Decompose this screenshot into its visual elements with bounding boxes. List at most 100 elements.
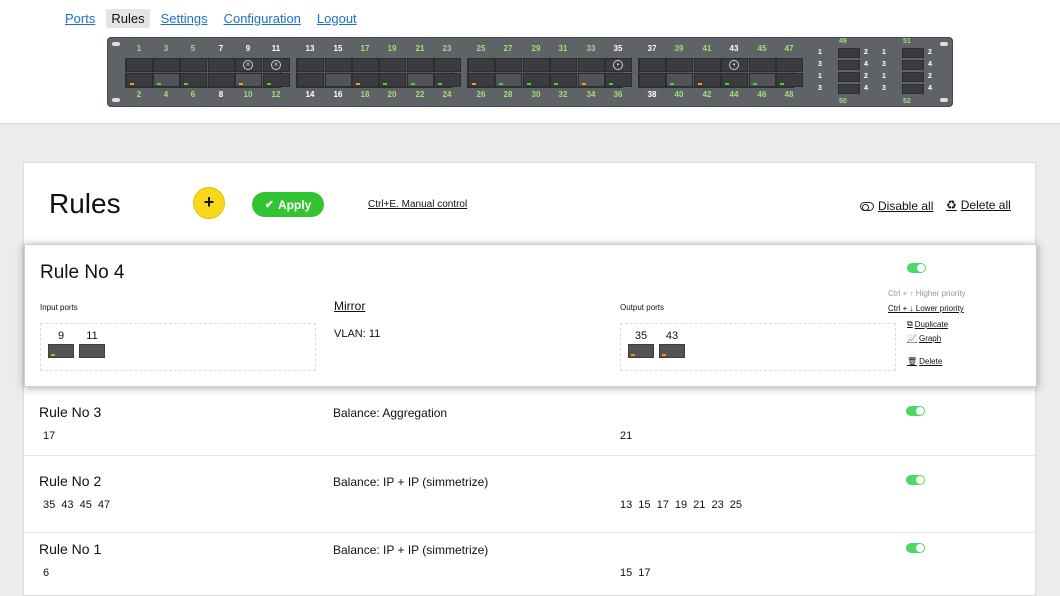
- panel-port[interactable]: [208, 73, 235, 87]
- sfp-lane-label: 1: [818, 73, 822, 80]
- sfp-port[interactable]: [838, 48, 860, 58]
- sfp-port[interactable]: [902, 72, 924, 82]
- nav-rules[interactable]: Rules: [106, 8, 150, 28]
- panel-port[interactable]: [407, 58, 434, 72]
- delete-rule-button[interactable]: 🗑 Delete: [907, 357, 942, 366]
- rule-row[interactable]: Rule No 3 Balance: Aggregation 17 21: [24, 396, 1037, 456]
- sfp-lane-label: 4: [864, 61, 868, 68]
- nav-settings[interactable]: Settings: [156, 9, 213, 28]
- panel-port[interactable]: [235, 73, 262, 87]
- sfp-port[interactable]: [838, 72, 860, 82]
- sfp-port[interactable]: [902, 48, 924, 58]
- panel-port-label: 33: [586, 44, 596, 53]
- delete-label: Delete: [919, 357, 943, 366]
- panel-port[interactable]: [694, 58, 721, 72]
- panel-port[interactable]: [495, 73, 522, 87]
- panel-port[interactable]: [776, 58, 803, 72]
- panel-port-label: 20: [387, 90, 397, 99]
- rule-title: Rule No 4: [40, 262, 125, 283]
- panel-port[interactable]: [434, 73, 461, 87]
- panel-port[interactable]: [263, 73, 290, 87]
- panel-port[interactable]: [126, 73, 153, 87]
- delete-all-label: Delete all: [960, 198, 1011, 212]
- sfp-port[interactable]: [902, 60, 924, 70]
- panel-port[interactable]: [605, 73, 632, 87]
- panel-port-label: 43: [729, 44, 739, 53]
- panel-port-label: 29: [531, 44, 541, 53]
- panel-port[interactable]: [297, 58, 324, 72]
- panel-port[interactable]: [523, 58, 550, 72]
- panel-port[interactable]: [379, 58, 406, 72]
- panel-port[interactable]: [578, 73, 605, 87]
- panel-port[interactable]: [325, 73, 352, 87]
- panel-port[interactable]: [407, 73, 434, 87]
- rule-enabled-toggle[interactable]: [906, 406, 925, 416]
- rule-row[interactable]: Rule No 2 Balance: IP + IP (simmetrize) …: [24, 465, 1037, 533]
- panel-port[interactable]: [523, 73, 550, 87]
- panel-port-label: 14: [305, 90, 315, 99]
- panel-port[interactable]: [694, 73, 721, 87]
- sfp-module-label: 50: [839, 98, 847, 105]
- panel-port[interactable]: [666, 58, 693, 72]
- port-disabled-icon: ×: [243, 60, 253, 70]
- rule-enabled-toggle[interactable]: [906, 475, 925, 485]
- manual-control-link[interactable]: Ctrl+E. Manual control: [368, 199, 467, 210]
- sfp-port[interactable]: [838, 60, 860, 70]
- panel-port[interactable]: [495, 58, 522, 72]
- panel-port[interactable]: [352, 58, 379, 72]
- input-port-block[interactable]: [79, 344, 105, 358]
- rule-enabled-toggle[interactable]: [907, 263, 926, 273]
- panel-port[interactable]: [325, 58, 352, 72]
- panel-port[interactable]: [153, 58, 180, 72]
- panel-port[interactable]: [468, 58, 495, 72]
- port-mirror-icon: •: [729, 60, 739, 70]
- input-port-block[interactable]: [48, 344, 74, 358]
- panel-port[interactable]: [578, 58, 605, 72]
- delete-all-button[interactable]: ♻ Delete all: [946, 198, 1011, 212]
- disable-all-button[interactable]: Disable all: [860, 199, 933, 213]
- port-led: [51, 354, 55, 356]
- panel-port[interactable]: [749, 58, 776, 72]
- panel-port[interactable]: [639, 73, 666, 87]
- panel-port[interactable]: [180, 73, 207, 87]
- panel-port[interactable]: [379, 73, 406, 87]
- rule-enabled-toggle[interactable]: [906, 543, 925, 553]
- panel-port-label: 23: [442, 44, 452, 53]
- panel-port[interactable]: [126, 58, 153, 72]
- panel-port[interactable]: [639, 58, 666, 72]
- duplicate-button[interactable]: ⧉ Duplicate: [907, 319, 948, 329]
- panel-port[interactable]: [434, 58, 461, 72]
- panel-port[interactable]: [721, 73, 748, 87]
- output-port-block[interactable]: [659, 344, 685, 358]
- graph-button[interactable]: 📈 Graph: [907, 334, 941, 343]
- output-ports-box[interactable]: 35 43: [620, 323, 896, 371]
- panel-port[interactable]: [153, 73, 180, 87]
- sfp-lane-label: 4: [928, 61, 932, 68]
- panel-port[interactable]: [180, 58, 207, 72]
- lower-priority-link[interactable]: Ctrl + ↓ Lower priority: [888, 304, 964, 313]
- panel-port[interactable]: [550, 58, 577, 72]
- add-rule-button[interactable]: +: [193, 187, 225, 219]
- output-port-block[interactable]: [628, 344, 654, 358]
- panel-port[interactable]: [352, 73, 379, 87]
- sfp-port[interactable]: [838, 84, 860, 94]
- apply-button[interactable]: ✔ Apply: [252, 192, 324, 217]
- panel-port[interactable]: [208, 58, 235, 72]
- panel-port[interactable]: [749, 73, 776, 87]
- panel-port[interactable]: [550, 73, 577, 87]
- nav-configuration[interactable]: Configuration: [219, 9, 306, 28]
- panel-port[interactable]: [468, 73, 495, 87]
- panel-port-label: 13: [305, 44, 315, 53]
- rule-title: Rule No 1: [39, 541, 102, 557]
- nav-ports[interactable]: Ports: [60, 9, 100, 28]
- rule-card-selected[interactable]: Rule No 4 Input ports 9 11 Mirror VLAN: …: [24, 244, 1037, 387]
- nav-logout[interactable]: Logout: [312, 9, 362, 28]
- panel-port[interactable]: [666, 73, 693, 87]
- sfp-port[interactable]: [902, 84, 924, 94]
- panel-port[interactable]: [776, 73, 803, 87]
- rule-row[interactable]: Rule No 1 Balance: IP + IP (simmetrize) …: [24, 533, 1037, 596]
- mode-mirror-link[interactable]: Mirror: [334, 299, 365, 313]
- panel-port[interactable]: [297, 73, 324, 87]
- port-led: [582, 83, 586, 85]
- input-ports-box[interactable]: 9 11: [40, 323, 316, 371]
